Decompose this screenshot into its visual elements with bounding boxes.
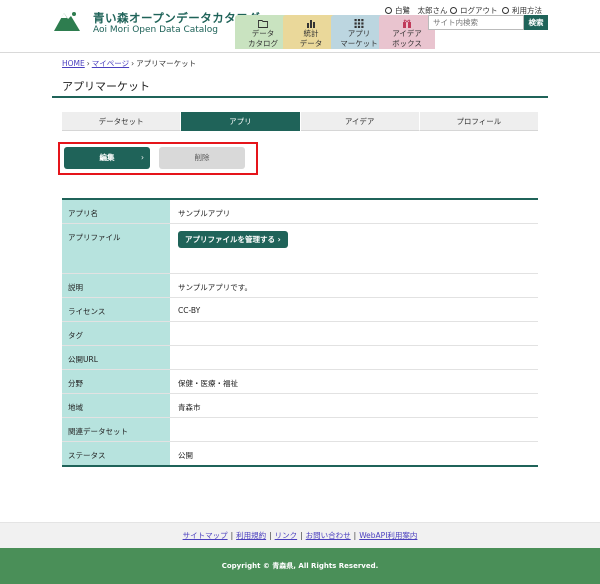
site-header: 青い森オープンデータカタログ Aoi Mori Open Data Catalo… [0,0,600,52]
tab-profile[interactable]: プロフィール [419,112,538,131]
row-label: 説明 [62,274,170,297]
footer-links: サイトマップ | 利用規約 | リンク | お問い合わせ | WebAPI利用案内 [0,522,600,548]
row-value [170,346,538,369]
mypage-tabs: データセット アプリ アイデア プロフィール [62,112,538,131]
copyright: Copyright © 青森県, All Rights Reserved. [0,548,600,584]
breadcrumb-separator: › [131,59,135,68]
logo-icon[interactable] [52,9,82,33]
nav-label-line2: ボックス [392,39,422,48]
breadcrumb: HOME › マイページ › アプリマーケット [62,58,196,69]
table-row: 説明 サンプルアプリです。 [62,274,538,298]
table-row: アプリファイル アプリファイルを管理する › [62,224,538,274]
header-divider [0,52,600,53]
bar-chart-icon [307,20,315,28]
chevron-right-icon: › [141,153,144,162]
row-value: サンプルアプリ [178,209,231,218]
table-row: アプリ名 サンプルアプリ [62,200,538,224]
row-value: サンプルアプリです。 [178,283,253,292]
row-value: 公開 [178,451,193,460]
row-label: アプリファイル [62,224,170,273]
row-value [170,322,538,345]
edit-button-label: 編集 [99,153,115,162]
row-label: 公開URL [62,346,170,369]
logout-label: ログアウト [460,6,498,15]
title-divider [52,96,548,98]
row-label: アプリ名 [62,200,170,223]
folder-icon [258,20,268,28]
page-title: アプリマーケット [62,80,150,93]
user-icon [385,7,392,14]
footer-separator: | [269,531,272,540]
grid-icon [354,19,364,28]
help-label: 利用方法 [512,6,542,15]
site-subtitle: Aoi Mori Open Data Catalog [93,25,219,35]
footer-link-terms[interactable]: 利用規約 [236,531,266,540]
row-label: ライセンス [62,298,170,321]
table-row: 地域 青森市 [62,394,538,418]
search-button[interactable]: 検索 [524,15,548,30]
row-value: 保健・医療・福祉 [178,379,238,388]
footer-link-contact[interactable]: お問い合わせ [306,531,351,540]
row-label: 分野 [62,370,170,393]
tab-dataset[interactable]: データセット [62,112,182,131]
footer-separator: | [353,531,357,540]
breadcrumb-mypage[interactable]: マイページ [92,59,129,68]
row-label: 関連データセット [62,418,170,441]
footer-separator: | [300,531,303,540]
row-value [170,418,538,441]
row-value: アプリファイルを管理する › [170,224,538,273]
help-icon [502,7,509,14]
table-row: ライセンス CC-BY [62,298,538,322]
table-row: ステータス 公開 [62,442,538,465]
table-row: 関連データセット [62,418,538,442]
row-label: タグ [62,322,170,345]
gift-icon [403,19,411,28]
row-label: ステータス [62,442,170,465]
table-row: タグ [62,322,538,346]
table-row: 分野 保健・医療・福祉 [62,370,538,394]
table-row: 公開URL [62,346,538,370]
footer-separator: | [230,531,234,540]
logout-icon [450,7,457,14]
edit-button[interactable]: 編集 › [64,147,150,169]
delete-button[interactable]: 削除 [159,147,245,169]
tab-app[interactable]: アプリ [181,112,301,131]
footer-link-sitemap[interactable]: サイトマップ [183,531,228,540]
row-value: 青森市 [178,403,201,412]
nav-idea-box[interactable]: アイデア ボックス [379,15,435,49]
breadcrumb-separator: › [86,59,90,68]
app-detail-table: アプリ名 サンプルアプリ アプリファイル アプリファイルを管理する › 説明 サ… [62,198,538,467]
nav-label-line1: アイデア [392,29,422,38]
search-input[interactable] [428,15,524,30]
breadcrumb-home[interactable]: HOME [62,59,85,68]
user-name: 白鷺 太郎さん [395,6,448,15]
row-value: CC-BY [178,306,201,315]
row-label: 地域 [62,394,170,417]
tab-idea[interactable]: アイデア [300,112,420,131]
breadcrumb-current: アプリマーケット [136,59,197,68]
manage-app-file-button[interactable]: アプリファイルを管理する › [178,231,288,248]
footer-link-webapi[interactable]: WebAPI利用案内 [359,531,417,540]
footer-link-links[interactable]: リンク [275,531,298,540]
